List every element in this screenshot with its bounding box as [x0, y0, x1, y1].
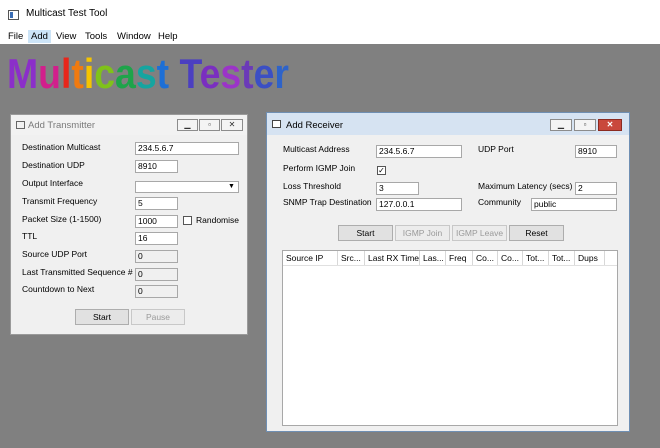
loss-threshold-input[interactable]: 3: [376, 182, 419, 195]
menu-add[interactable]: Add: [28, 30, 51, 43]
svg-text:Multicast Tester: Multicast Tester: [7, 50, 289, 97]
minimize-icon: ▁: [184, 120, 191, 129]
ttl-input[interactable]: 16: [135, 232, 178, 245]
column-header[interactable]: Co...: [498, 251, 523, 265]
column-header[interactable]: Las...: [420, 251, 446, 265]
add-transmitter-window: Add Transmitter ▁ ▫ ✕ Destination Multic…: [10, 114, 248, 335]
restore-icon: ▫: [583, 120, 587, 129]
community-label: Community: [478, 197, 521, 207]
perform-igmp-join-label: Perform IGMP Join: [283, 163, 356, 173]
destination-udp-label: Destination UDP: [22, 160, 85, 170]
menu-file[interactable]: File: [5, 30, 26, 43]
column-header[interactable]: Src...: [338, 251, 365, 265]
max-latency-input[interactable]: 2: [575, 182, 617, 195]
column-header[interactable]: Tot...: [523, 251, 549, 265]
receiver-stats-list[interactable]: Source IP Src... Last RX Time Las... Fre…: [282, 250, 618, 426]
transmitter-start-button[interactable]: Start: [75, 309, 129, 325]
transmit-frequency-label: Transmit Frequency: [22, 196, 98, 206]
window-icon: [272, 120, 281, 128]
output-interface-select[interactable]: [135, 181, 239, 193]
column-header[interactable]: Dups: [575, 251, 605, 265]
randomise-label: Randomise: [196, 215, 239, 225]
add-receiver-window: Add Receiver ▁ ▫ ✕ Multicast Address 234…: [266, 112, 630, 432]
snmp-trap-input[interactable]: 127.0.0.1: [376, 198, 462, 211]
restore-icon: ▫: [208, 120, 211, 129]
column-header[interactable]: Co...: [473, 251, 498, 265]
minimize-icon: ▁: [557, 120, 565, 129]
receiver-title-bar: Add Receiver ▁ ▫ ✕: [267, 113, 629, 135]
output-interface-label: Output Interface: [22, 178, 83, 188]
ttl-label: TTL: [22, 231, 38, 241]
loss-threshold-label: Loss Threshold: [283, 181, 341, 191]
window-icon: [16, 121, 25, 129]
countdown-label: Countdown to Next: [22, 284, 95, 294]
close-button[interactable]: ✕: [221, 119, 243, 131]
igmp-join-button[interactable]: IGMP Join: [395, 225, 450, 241]
destination-multicast-label: Destination Multicast: [22, 142, 101, 152]
destination-udp-input[interactable]: 8910: [135, 160, 178, 173]
receiver-title: Add Receiver: [286, 120, 344, 131]
multicast-address-label: Multicast Address: [283, 144, 350, 154]
packet-size-label: Packet Size (1-1500): [22, 214, 102, 224]
minimize-button[interactable]: ▁: [177, 119, 198, 131]
maximize-button[interactable]: ▫: [574, 119, 596, 131]
minimize-button[interactable]: ▁: [550, 119, 572, 131]
menu-view[interactable]: View: [53, 30, 79, 43]
perform-igmp-join-checkbox[interactable]: ✓: [377, 166, 386, 175]
list-header-divider: [283, 265, 617, 266]
receiver-start-button[interactable]: Start: [338, 225, 393, 241]
community-input[interactable]: public: [531, 198, 617, 211]
last-seq-label: Last Transmitted Sequence #: [22, 267, 133, 277]
menu-help[interactable]: Help: [155, 30, 181, 43]
snmp-trap-label: SNMP Trap Destination: [283, 197, 372, 207]
igmp-leave-button[interactable]: IGMP Leave: [452, 225, 507, 241]
column-header[interactable]: Tot...: [549, 251, 575, 265]
transmit-frequency-input[interactable]: 5: [135, 197, 178, 210]
close-icon: ✕: [606, 120, 614, 129]
close-icon: ✕: [228, 120, 236, 129]
menu-window[interactable]: Window: [114, 30, 154, 43]
source-udp-port-value: 0: [135, 250, 178, 263]
randomise-checkbox[interactable]: [183, 216, 192, 225]
maximize-button[interactable]: ▫: [199, 119, 220, 131]
transmitter-title-bar: Add Transmitter ▁ ▫ ✕: [11, 115, 247, 135]
transmitter-pause-button[interactable]: Pause: [131, 309, 185, 325]
column-header[interactable]: Last RX Time: [365, 251, 420, 265]
reset-button[interactable]: Reset: [509, 225, 564, 241]
source-udp-port-label: Source UDP Port: [22, 249, 88, 259]
close-button[interactable]: ✕: [598, 119, 622, 131]
app-title: Multicast Test Tool: [26, 8, 108, 19]
packet-size-input[interactable]: 1000: [135, 215, 178, 228]
chevron-down-icon[interactable]: ▼: [228, 181, 235, 193]
destination-multicast-input[interactable]: 234.5.6.7: [135, 142, 239, 155]
app-icon: [8, 10, 19, 20]
banner-logo: Multicast Tester: [7, 50, 289, 97]
transmitter-title: Add Transmitter: [28, 120, 96, 131]
last-seq-value: 0: [135, 268, 178, 281]
column-header[interactable]: Source IP: [283, 251, 338, 265]
udp-port-input[interactable]: 8910: [575, 145, 617, 158]
max-latency-label: Maximum Latency (secs): [478, 181, 573, 191]
column-header[interactable]: Freq: [446, 251, 473, 265]
udp-port-label: UDP Port: [478, 144, 514, 154]
menu-tools[interactable]: Tools: [82, 30, 110, 43]
countdown-value: 0: [135, 285, 178, 298]
multicast-address-input[interactable]: 234.5.6.7: [376, 145, 462, 158]
